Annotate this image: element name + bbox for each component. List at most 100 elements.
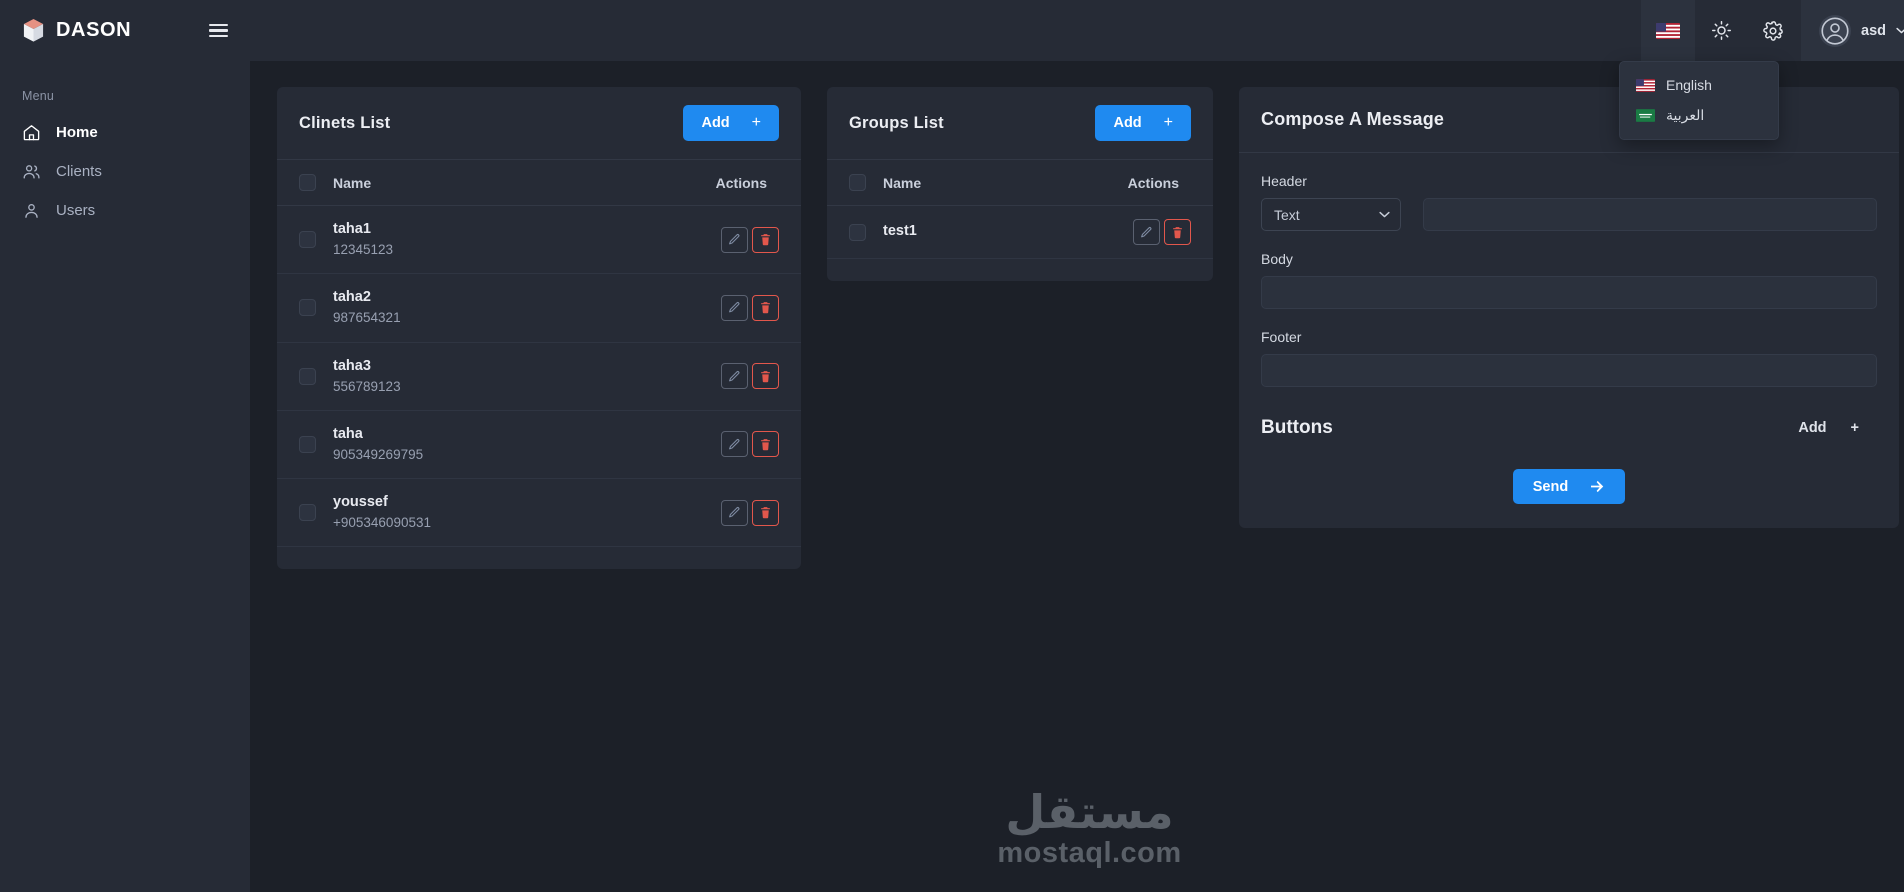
send-arrow-icon xyxy=(1591,480,1604,493)
group-actions-cell xyxy=(984,205,1213,259)
row-actions xyxy=(583,431,801,458)
add-button-button[interactable]: Add + xyxy=(1780,411,1877,445)
table-row: youssef +905346090531 xyxy=(277,478,801,548)
clients-col-name: Name xyxy=(333,160,584,206)
clients-col-actions: Actions xyxy=(583,160,801,206)
add-client-button[interactable]: Add + xyxy=(683,105,779,141)
client-name-cell: youssef +905346090531 xyxy=(333,478,584,548)
flag-us-icon xyxy=(1636,78,1655,92)
body-input[interactable] xyxy=(1261,276,1877,309)
row-actions xyxy=(583,363,801,390)
select-all-checkbox[interactable] xyxy=(299,174,316,191)
sidebar-item-users[interactable]: Users xyxy=(0,191,250,230)
row-select-cell xyxy=(277,342,333,411)
row-checkbox[interactable] xyxy=(299,231,316,249)
header-text-input[interactable] xyxy=(1423,198,1877,231)
client-name: youssef xyxy=(333,494,388,511)
row-checkbox[interactable] xyxy=(299,367,316,385)
client-actions-cell xyxy=(583,410,801,480)
table-row: taha1 12345123 xyxy=(277,205,801,275)
pencil-icon xyxy=(729,302,740,313)
watermark-arabic: مستقل xyxy=(1005,785,1174,839)
language-option-english[interactable]: English xyxy=(1620,70,1778,100)
buttons-section-title: Buttons xyxy=(1261,417,1333,438)
client-actions-cell xyxy=(583,478,801,548)
theme-toggle-button[interactable] xyxy=(1695,0,1747,61)
client-name-cell: taha 905349269795 xyxy=(333,410,584,480)
row-select-cell xyxy=(277,273,333,343)
user-circle-icon xyxy=(1821,16,1849,45)
groups-card-header: Groups List Add + xyxy=(827,87,1213,160)
groups-table-head: Name Actions xyxy=(827,160,1213,206)
edit-client-button[interactable] xyxy=(721,226,748,253)
users-group-icon xyxy=(23,165,40,179)
edit-client-button[interactable] xyxy=(721,499,748,526)
add-group-label: Add xyxy=(1113,115,1142,131)
row-checkbox[interactable] xyxy=(299,435,316,453)
sidebar-item-label-home: Home xyxy=(56,124,98,141)
row-checkbox[interactable] xyxy=(299,504,316,522)
row-select-cell xyxy=(277,205,333,275)
topbar: asd English العربية xyxy=(250,0,1904,140)
add-group-button[interactable]: Add + xyxy=(1095,105,1191,141)
trash-icon xyxy=(761,234,770,246)
header-type-select[interactable]: Text xyxy=(1261,198,1401,231)
footer-input[interactable] xyxy=(1261,354,1877,387)
profile-name: asd xyxy=(1861,22,1886,39)
chevron-down-icon xyxy=(1896,27,1904,34)
pencil-icon xyxy=(729,507,740,518)
sidebar-item-clients[interactable]: Clients xyxy=(0,152,250,191)
delete-client-button[interactable] xyxy=(752,431,779,458)
avatar xyxy=(1819,14,1851,47)
row-checkbox[interactable] xyxy=(849,223,866,241)
language-dropdown-menu: English العربية xyxy=(1619,61,1779,140)
plus-icon: + xyxy=(1850,420,1859,436)
sidebar-item-label-clients: Clients xyxy=(56,163,102,180)
edit-client-button[interactable] xyxy=(721,431,748,458)
delete-group-button[interactable] xyxy=(1164,219,1191,245)
settings-button[interactable] xyxy=(1747,0,1799,61)
edit-client-button[interactable] xyxy=(721,294,748,321)
edit-group-button[interactable] xyxy=(1133,219,1160,245)
send-button[interactable]: Send xyxy=(1512,469,1626,504)
cube-icon xyxy=(23,19,44,42)
language-option-arabic[interactable]: العربية xyxy=(1620,100,1778,131)
brand-name: DASON xyxy=(56,19,132,41)
delete-client-button[interactable] xyxy=(752,294,779,321)
body-label: Body xyxy=(1261,251,1293,267)
hamburger-icon[interactable] xyxy=(205,20,232,41)
sidebar-header: DASON xyxy=(0,0,250,61)
groups-col-name: Name xyxy=(883,160,985,206)
sidebar-item-home[interactable]: Home xyxy=(0,113,250,152)
client-phone: 987654321 xyxy=(333,310,401,326)
groups-header-row: Name Actions xyxy=(827,160,1213,206)
plus-icon: + xyxy=(751,114,761,131)
sidebar-item-label-users: Users xyxy=(56,202,96,219)
clients-list-card: Clinets List Add + Name Actions taha1 12… xyxy=(277,87,801,570)
clients-table: Name Actions taha1 12345123 taha2 987654… xyxy=(277,160,801,548)
delete-client-button[interactable] xyxy=(752,226,779,253)
client-phone: 12345123 xyxy=(333,242,394,258)
compose-card-title: Compose A Message xyxy=(1261,109,1445,129)
brand[interactable]: DASON xyxy=(22,18,131,43)
row-checkbox[interactable] xyxy=(299,299,316,317)
flag-sa-icon xyxy=(1636,109,1655,122)
delete-client-button[interactable] xyxy=(752,363,779,390)
trash-icon xyxy=(761,370,770,382)
flag-us-icon xyxy=(1656,22,1680,39)
row-actions xyxy=(583,499,801,526)
client-phone: 905349269795 xyxy=(333,446,424,462)
gear-icon xyxy=(1763,20,1783,41)
compose-card-body: Header Text Body Footer Buttons Add + Se… xyxy=(1239,153,1899,528)
select-all-checkbox[interactable] xyxy=(849,174,866,191)
delete-client-button[interactable] xyxy=(752,499,779,526)
edit-client-button[interactable] xyxy=(721,363,748,390)
language-switcher-button[interactable] xyxy=(1641,0,1695,61)
header-label: Header xyxy=(1261,173,1307,189)
send-label: Send xyxy=(1532,478,1569,495)
footer-label: Footer xyxy=(1261,329,1302,345)
row-actions xyxy=(583,294,801,321)
language-option-label: English xyxy=(1666,77,1712,93)
profile-menu-button[interactable]: asd xyxy=(1801,0,1904,61)
clients-card-title: Clinets List xyxy=(299,113,391,132)
